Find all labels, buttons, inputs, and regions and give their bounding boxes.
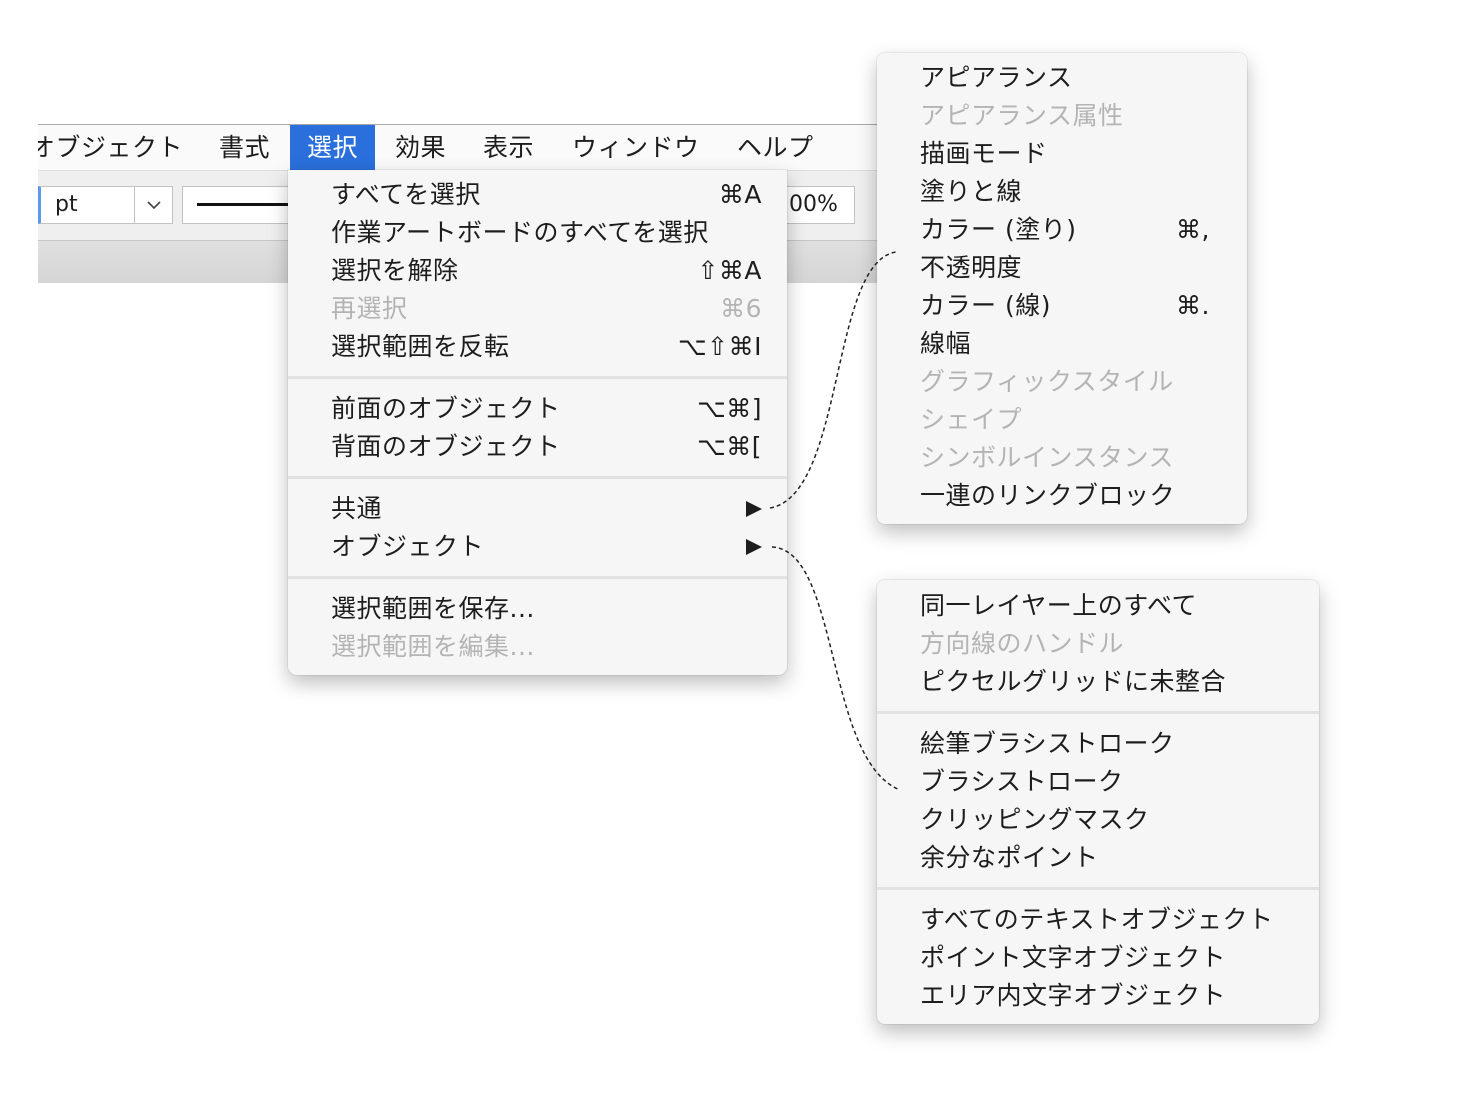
submenu-item-bristle-brush-strokes[interactable]: 絵筆ブラシストローク [877,725,1319,763]
menu-item-label: ポイント文字オブジェクト [920,943,1227,972]
menu-item-label: 選択範囲を編集... [331,632,535,661]
menubar-item-effect[interactable]: 効果 [378,125,463,170]
menu-item-label: 方向線のハンドル [920,629,1125,658]
select-menu: すべてを選択 ⌘A 作業アートボードのすべてを選択 選択を解除 ⇧⌘A 再選択 … [288,170,787,675]
submenu-item-brush-strokes[interactable]: ブラシストローク [877,763,1319,801]
menu-item-label: アピアランス [920,63,1073,92]
menu-item-label: 共通 [331,494,383,523]
submenu-item-direction-handles: 方向線のハンドル [877,625,1319,663]
menu-item-label: 前面のオブジェクト [331,394,561,423]
submenu-item-stray-points[interactable]: 余分なポイント [877,839,1319,877]
menubar-item-window[interactable]: ウィンドウ [555,125,717,170]
opacity-value: 00% [789,192,838,217]
stroke-weight-field[interactable]: pt [38,186,135,224]
menu-item-shortcut: ⌘A [718,180,762,209]
submenu-item-link-block-series[interactable]: 一連のリンクブロック [877,477,1247,515]
menu-item-label: アピアランス属性 [920,101,1124,130]
submenu-item-point-text-objects[interactable]: ポイント文字オブジェクト [877,939,1319,977]
triangle-right-icon [746,501,762,517]
menubar-item-type[interactable]: 書式 [202,125,287,170]
chevron-down-icon [147,201,161,210]
menu-item-label: 不透明度 [920,253,1023,282]
opacity-field[interactable]: 00% [787,186,855,224]
menu-item-label: 選択を解除 [331,256,459,285]
menu-item-label: 同一レイヤー上のすべて [920,591,1198,620]
submenu-item-not-aligned-to-pixel-grid[interactable]: ピクセルグリッドに未整合 [877,663,1319,701]
menu-item-select-all-artboard[interactable]: 作業アートボードのすべてを選択 [288,214,787,252]
submenu-item-all-text-objects[interactable]: すべてのテキストオブジェクト [877,901,1319,939]
submenu-item-appearance[interactable]: アピアランス [877,59,1247,97]
menu-item-label: 描画モード [920,139,1048,168]
submenu-item-all-on-same-layers[interactable]: 同一レイヤー上のすべて [877,587,1319,625]
menu-item-inverse[interactable]: 選択範囲を反転 ⌥⇧⌘I [288,328,787,366]
menubar-item-view[interactable]: 表示 [466,125,551,170]
menu-item-shortcut: ⌥⇧⌘I [677,332,762,361]
menu-item-label: ブラシストローク [920,767,1124,796]
submenu-item-opacity[interactable]: 不透明度 [877,249,1247,287]
common-submenu: アピアランス アピアランス属性 描画モード 塗りと線 カラー (塗り) ⌘, 不… [877,53,1247,524]
menu-item-shortcut: ⌥⌘] [696,394,762,423]
submenu-item-fill-and-stroke[interactable]: 塗りと線 [877,173,1247,211]
menu-item-label: 作業アートボードのすべてを選択 [331,218,709,247]
menu-item-deselect[interactable]: 選択を解除 ⇧⌘A [288,252,787,290]
menu-item-shortcut: ⌘6 [720,294,762,323]
menubar-item-object[interactable]: オブジェクト [38,125,200,170]
menu-separator [288,366,787,390]
menu-item-label: 一連のリンクブロック [920,481,1176,510]
menu-item-next-object-above[interactable]: 前面のオブジェクト ⌥⌘] [288,390,787,428]
menu-item-same[interactable]: 共通 [288,490,787,528]
menu-item-label: ピクセルグリッドに未整合 [920,667,1227,696]
submenu-item-stroke-color[interactable]: カラー (線) ⌘. [877,287,1247,325]
menu-item-label: すべてを選択 [331,180,481,209]
menu-item-label: 選択範囲を保存... [331,594,535,623]
menu-item-label: 再選択 [331,294,408,323]
menu-item-label: カラー (線) [920,291,1051,320]
submenu-item-clipping-masks[interactable]: クリッピングマスク [877,801,1319,839]
menu-item-label: グラフィックスタイル [920,367,1174,396]
menu-item-label: オブジェクト [331,532,485,561]
menubar-item-help[interactable]: ヘルプ [720,125,831,170]
menu-separator [288,466,787,490]
menu-item-label: 余分なポイント [920,843,1099,872]
stroke-weight-unit: pt [55,192,78,217]
menu-item-label: 絵筆ブラシストローク [920,729,1175,758]
submenu-item-fill-color[interactable]: カラー (塗り) ⌘, [877,211,1247,249]
menu-item-label: すべてのテキストオブジェクト [920,905,1274,934]
menu-item-next-object-below[interactable]: 背面のオブジェクト ⌥⌘[ [288,428,787,466]
menu-item-shortcut: ⌘. [1176,291,1210,320]
menu-item-label: クリッピングマスク [920,805,1150,834]
object-submenu: 同一レイヤー上のすべて 方向線のハンドル ピクセルグリッドに未整合 絵筆ブラシス… [877,580,1319,1024]
submenu-item-blending-mode[interactable]: 描画モード [877,135,1247,173]
submenu-item-shape: シェイプ [877,401,1247,439]
menu-item-object[interactable]: オブジェクト [288,528,787,566]
menu-item-label: 選択範囲を反転 [331,332,510,361]
triangle-right-icon [746,539,762,555]
stroke-weight-dropdown[interactable] [135,186,173,224]
menu-item-label: 線幅 [920,329,972,358]
menu-item-label: エリア内文字オブジェクト [920,981,1227,1010]
submenu-item-appearance-attribute: アピアランス属性 [877,97,1247,135]
menu-item-label: シンボルインスタンス [920,443,1175,472]
menu-item-save-selection[interactable]: 選択範囲を保存... [288,590,787,628]
menu-item-label: カラー (塗り) [920,215,1077,244]
submenu-item-symbol-instance: シンボルインスタンス [877,439,1247,477]
menu-separator [877,877,1319,901]
menu-item-reselect: 再選択 ⌘6 [288,290,787,328]
menu-item-label: 背面のオブジェクト [331,432,561,461]
menubar-item-select[interactable]: 選択 [290,125,376,170]
menu-item-shortcut: ⌘, [1176,215,1210,244]
menu-item-shortcut: ⇧⌘A [697,256,762,285]
menu-bar: オブジェクト 書式 選択 効果 表示 ウィンドウ ヘルプ [38,124,880,170]
submenu-item-graphic-style: グラフィックスタイル [877,363,1247,401]
menu-separator [877,701,1319,725]
menu-item-select-all[interactable]: すべてを選択 ⌘A [288,176,787,214]
submenu-item-stroke-weight[interactable]: 線幅 [877,325,1247,363]
submenu-item-area-text-objects[interactable]: エリア内文字オブジェクト [877,977,1319,1015]
menu-separator [288,566,787,590]
menu-item-edit-selection: 選択範囲を編集... [288,628,787,666]
menu-item-label: 塗りと線 [920,177,1023,206]
menu-item-label: シェイプ [920,405,1023,434]
menu-item-shortcut: ⌥⌘[ [696,432,762,461]
